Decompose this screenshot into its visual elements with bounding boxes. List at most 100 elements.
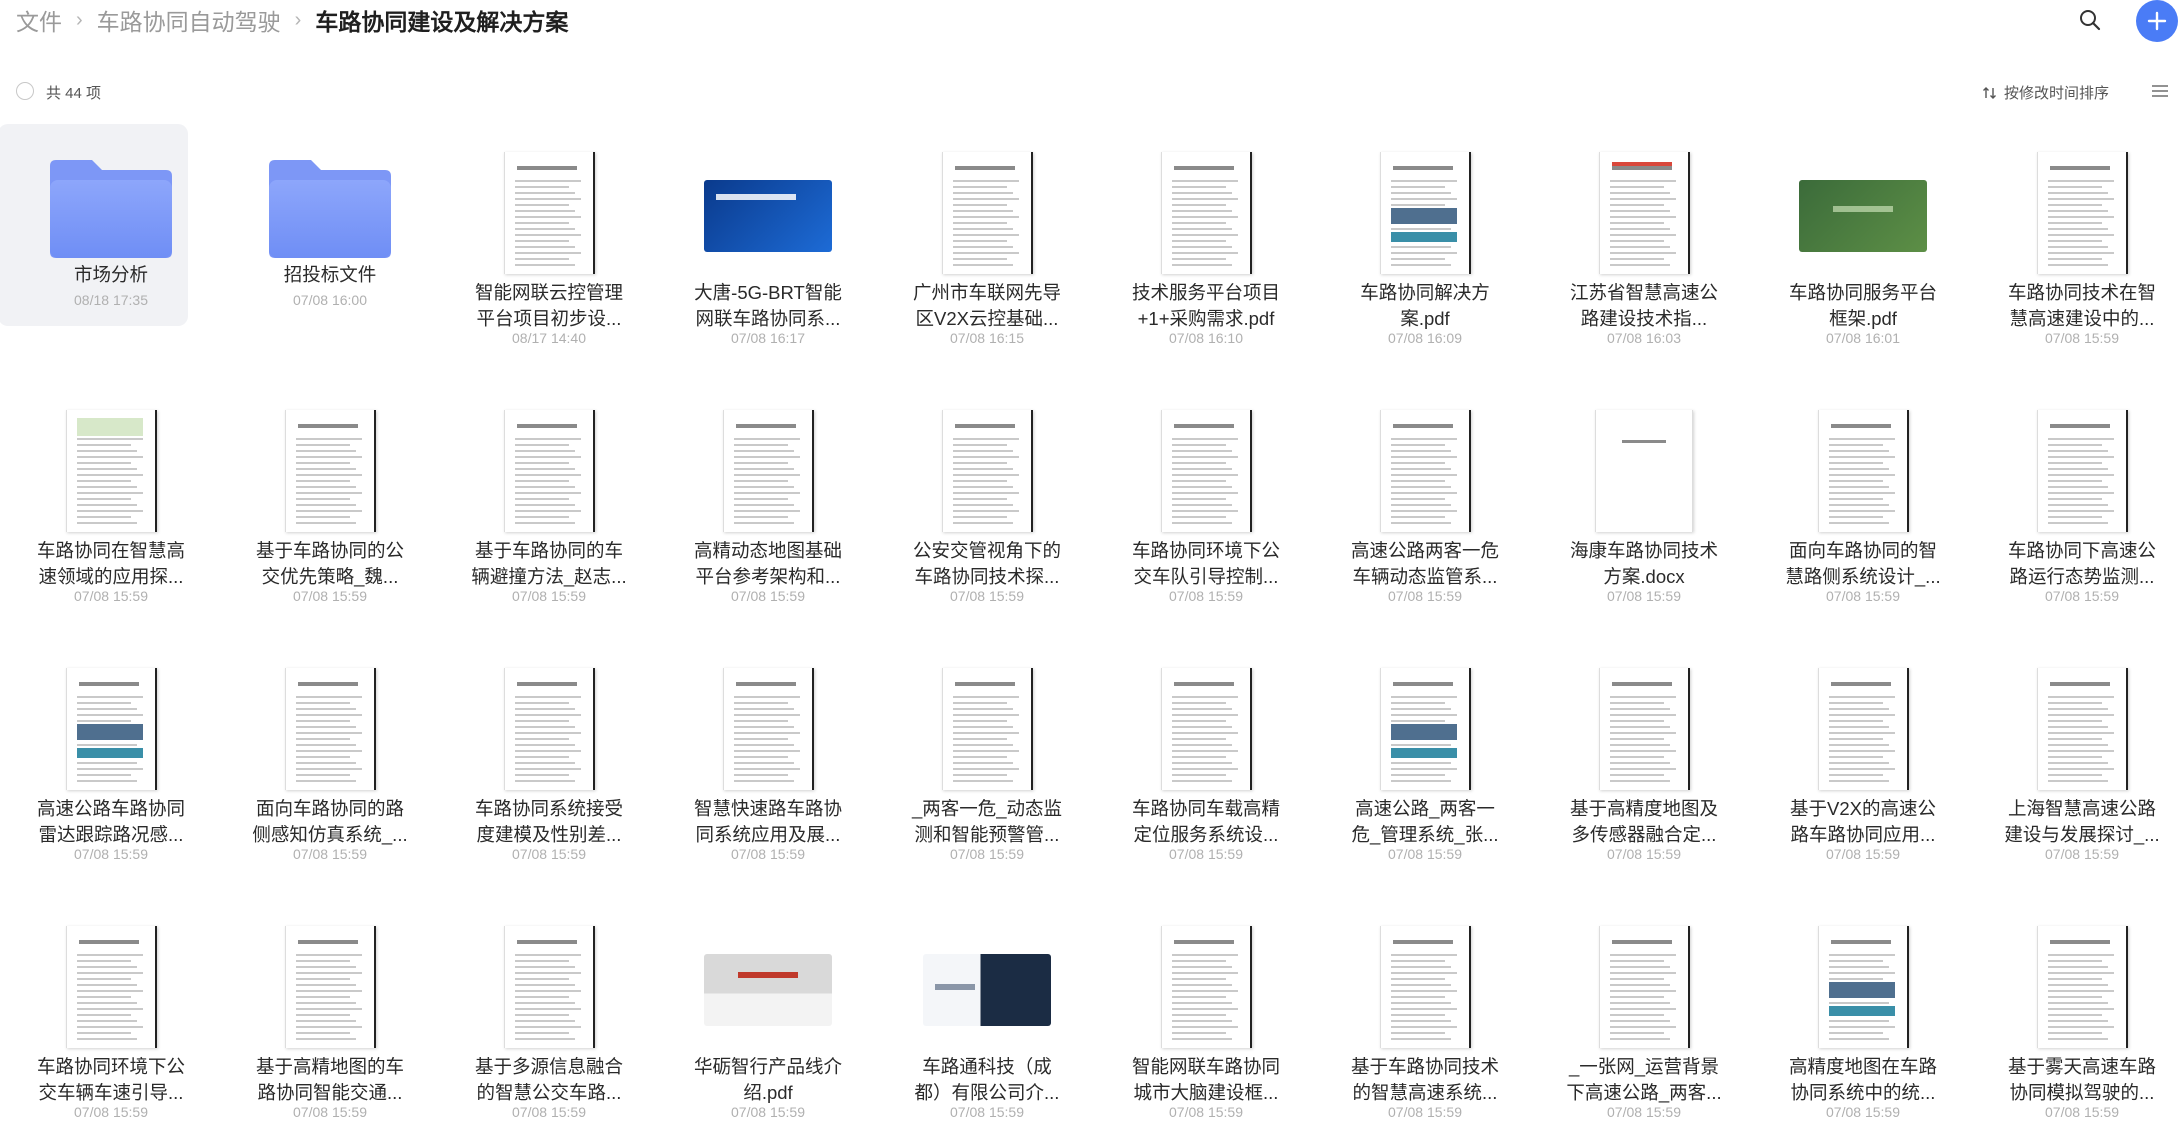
doc-text-line: [1390, 438, 1457, 440]
file-item[interactable]: 车路协同技术在智 慧高速建设中的... 07/08 15:59: [1977, 124, 2182, 364]
file-item[interactable]: 车路协同在智慧高 速领域的应用探... 07/08 15:59: [6, 382, 216, 622]
file-modified-time: 07/08 16:10: [1169, 330, 1243, 346]
add-button[interactable]: [2136, 0, 2178, 42]
file-item[interactable]: 车路协同系统接受 度建模及性别差... 07/08 15:59: [444, 640, 654, 880]
doc-text-line: [295, 1002, 356, 1004]
file-item[interactable]: 面向车路协同的智 慧路侧系统设计_... 07/08 15:59: [1758, 382, 1968, 622]
doc-text-line: [295, 996, 350, 998]
file-name-line: 测和智能预警管...: [914, 824, 1060, 845]
doc-text-line: [514, 492, 581, 494]
file-item[interactable]: 车路协同下高速公 路运行态势监测... 07/08 15:59: [1977, 382, 2182, 622]
file-item[interactable]: 基于高精度地图及 多传感器融合定... 07/08 15:59: [1539, 640, 1749, 880]
search-icon: [2080, 10, 2101, 31]
file-item[interactable]: 面向车路协同的路 侧感知仿真系统_... 07/08 15:59: [225, 640, 435, 880]
list-toolbar: 共 44 项 按修改时间排序: [0, 74, 2182, 110]
folder-item[interactable]: 招投标文件 07/08 16:00: [225, 124, 435, 364]
doc-text-line: [733, 522, 794, 524]
doc-text-line: [76, 498, 131, 500]
file-name: 智能网联车路协同 城市大脑建设框...: [1101, 1054, 1311, 1106]
doc-text-line: [952, 186, 1007, 188]
file-item[interactable]: 华砺智行产品线介 绍.pdf 07/08 15:59: [663, 898, 873, 1138]
file-item[interactable]: 车路协同环境下公 交车辆车速引导... 07/08 15:59: [6, 898, 216, 1138]
file-item[interactable]: 高精度地图在车路 协同系统中的统... 07/08 15:59: [1758, 898, 1968, 1138]
file-item[interactable]: 车路协同车载高精 定位服务系统设... 07/08 15:59: [1101, 640, 1311, 880]
doc-text-line: [295, 1032, 350, 1034]
doc-text-line: [76, 696, 143, 698]
file-item[interactable]: 智慧快速路车路协 同系统应用及展... 07/08 15:59: [663, 640, 873, 880]
doc-text-line: [733, 498, 788, 500]
doc-text-line: [1828, 738, 1883, 740]
doc-text-line: [1171, 474, 1238, 476]
file-item[interactable]: 海康车路协同技术 方案.docx 07/08 15:59: [1539, 382, 1749, 622]
file-modified-time: 07/08 16:00: [293, 292, 367, 308]
doc-text-line: [295, 492, 362, 494]
file-item[interactable]: 基于车路协同的车 辆避撞方法_赵志... 07/08 15:59: [444, 382, 654, 622]
sort-button[interactable]: 按修改时间排序: [1982, 82, 2109, 103]
file-name-line: 平台项目初步设...: [476, 308, 622, 329]
file-name: 大唐-5G-BRT智能 网联车路协同系...: [663, 280, 873, 332]
doc-text-line: [2047, 738, 2102, 740]
doc-text-line: [1171, 204, 1226, 206]
file-item[interactable]: 高速公路_两客一 危_管理系统_张... 07/08 15:59: [1320, 640, 1530, 880]
file-item[interactable]: _一张网_运营背景 下高速公路_两客... 07/08 15:59: [1539, 898, 1749, 1138]
doc-text-line: [1609, 780, 1670, 782]
file-item[interactable]: 基于高精地图的车 路协同智能交通... 07/08 15:59: [225, 898, 435, 1138]
doc-red-header: [1611, 162, 1672, 166]
file-item[interactable]: 高速公路两客一危 车辆动态监管系... 07/08 15:59: [1320, 382, 1530, 622]
doc-text-line: [514, 474, 581, 476]
file-modified-time: 07/08 15:59: [2045, 846, 2119, 862]
view-toggle-button[interactable]: [2148, 80, 2172, 102]
file-item[interactable]: 广州市车联网先导 区V2X云控基础... 07/08 16:15: [882, 124, 1092, 364]
file-item[interactable]: 基于雾天高速车路 协同模拟驾驶的... 07/08 15:59: [1977, 898, 2182, 1138]
file-item[interactable]: 基于多源信息融合 的智慧公交车路... 07/08 15:59: [444, 898, 654, 1138]
file-thumbnail: [444, 908, 654, 1048]
doc-text-line: [1609, 774, 1664, 776]
doc-text-line: [76, 720, 131, 722]
doc-text-line: [76, 972, 143, 974]
file-item[interactable]: 基于V2X的高速公 路车路协同应用... 07/08 15:59: [1758, 640, 1968, 880]
folder-item[interactable]: 市场分析 08/18 17:35: [0, 124, 216, 364]
doc-text-line: [76, 480, 131, 482]
file-item[interactable]: 高精动态地图基础 平台参考架构和... 07/08 15:59: [663, 382, 873, 622]
file-item[interactable]: 上海智慧高速公路 建设与发展探讨_... 07/08 15:59: [1977, 640, 2182, 880]
file-item[interactable]: 基于车路协同技术 的智慧高速系统... 07/08 15:59: [1320, 898, 1530, 1138]
file-item[interactable]: _两客一危_动态监 测和智能预警管... 07/08 15:59: [882, 640, 1092, 880]
file-item[interactable]: 高速公路车路协同 雷达跟踪路况感... 07/08 15:59: [6, 640, 216, 880]
select-all-checkbox[interactable]: [16, 82, 34, 100]
doc-text-line: [952, 204, 1007, 206]
doc-text-line: [1609, 246, 1670, 248]
file-item[interactable]: 车路协同服务平台 框架.pdf 07/08 16:01: [1758, 124, 1968, 364]
file-thumbnail: [1320, 134, 1530, 274]
doc-text-line: [1390, 444, 1445, 446]
breadcrumb-item-files[interactable]: 文件: [16, 3, 62, 37]
file-item[interactable]: 基于车路协同的公 交优先策略_魏... 07/08 15:59: [225, 382, 435, 622]
search-button[interactable]: [2070, 2, 2110, 38]
doc-title-line: [1392, 424, 1453, 428]
file-item[interactable]: 江苏省智慧高速公 路建设技术指... 07/08 16:03: [1539, 124, 1749, 364]
file-thumbnail: [1101, 392, 1311, 532]
doc-text-line: [2047, 780, 2108, 782]
file-thumbnail: [1539, 134, 1749, 274]
sort-icon: [1983, 86, 1996, 99]
file-item[interactable]: 车路通科技（成 都）有限公司介... 07/08 15:59: [882, 898, 1092, 1138]
file-name: 江苏省智慧高速公 路建设技术指...: [1539, 280, 1749, 332]
doc-text-line: [1171, 972, 1238, 974]
file-item[interactable]: 公安交管视角下的 车路协同技术探... 07/08 15:59: [882, 382, 1092, 622]
doc-image-block: [1390, 724, 1457, 740]
doc-text-line: [1390, 198, 1457, 200]
file-item[interactable]: 智能网联云控管理 平台项目初步设... 08/17 14:40: [444, 124, 654, 364]
doc-title-line: [1173, 940, 1234, 944]
file-name: 车路协同环境下公 交车队引导控制...: [1101, 538, 1311, 590]
doc-text-line: [76, 444, 131, 446]
file-item[interactable]: 车路协同解决方 案.pdf 07/08 16:09: [1320, 124, 1530, 364]
doc-text-line: [2047, 504, 2108, 506]
doc-text-line: [1609, 252, 1676, 254]
doc-text-line: [1171, 258, 1226, 260]
file-item[interactable]: 技术服务平台项目 +1+采购需求.pdf 07/08 16:10: [1101, 124, 1311, 364]
chevron-right-icon: ›: [294, 8, 302, 31]
file-item[interactable]: 智能网联车路协同 城市大脑建设框... 07/08 15:59: [1101, 898, 1311, 1138]
file-item[interactable]: 车路协同环境下公 交车队引导控制... 07/08 15:59: [1101, 382, 1311, 622]
doc-text-line: [733, 714, 800, 716]
breadcrumb-item-folder[interactable]: 车路协同自动驾驶: [97, 3, 281, 37]
file-item[interactable]: 大唐-5G-BRT智能 网联车路协同系... 07/08 16:17: [663, 124, 873, 364]
